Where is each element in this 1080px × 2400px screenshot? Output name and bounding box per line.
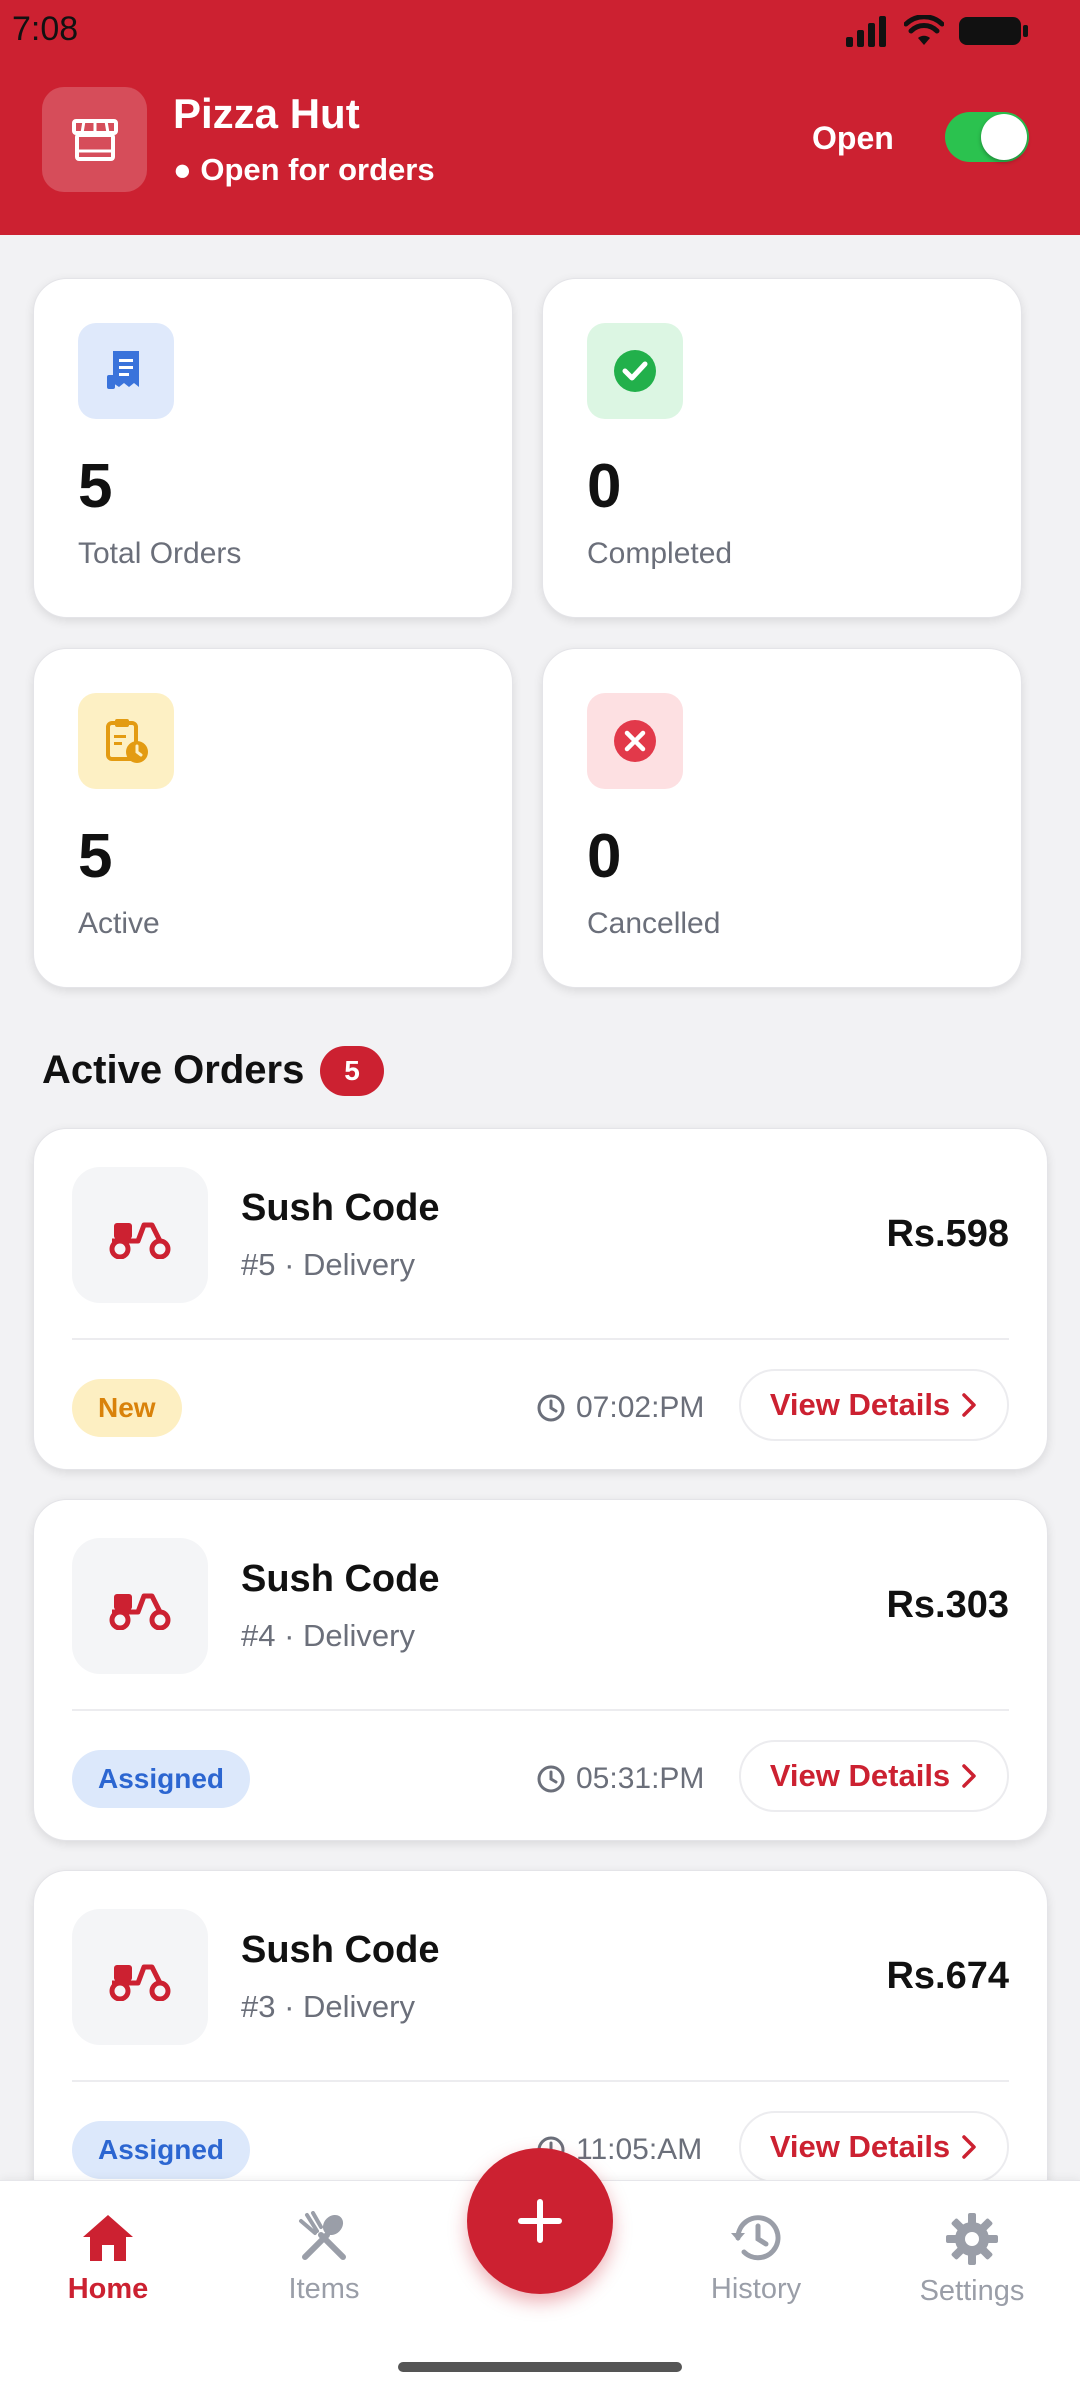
scooter-icon — [72, 1909, 208, 2045]
stat-card-completed: 0 Completed — [542, 278, 1022, 618]
chevron-right-icon — [962, 1393, 976, 1417]
clock-icon — [537, 1765, 565, 1793]
nav-label: Settings — [919, 2275, 1025, 2307]
stat-value: 5 — [78, 452, 113, 521]
home-icon — [83, 2215, 133, 2261]
order-price: Rs.303 — [886, 1584, 1009, 1626]
utensils-icon — [299, 2211, 346, 2260]
nav-item-home[interactable]: Home — [8, 2211, 208, 2306]
nav-label: Items — [288, 2273, 360, 2305]
order-time: 07:02:PM — [536, 1379, 704, 1437]
order-time-text: 11:05:AM — [576, 2133, 703, 2166]
stat-label: Active — [78, 907, 160, 940]
order-meta: #4 · Delivery — [241, 1618, 415, 1653]
nav-item-items[interactable]: Items — [224, 2211, 424, 2306]
status-icons — [844, 14, 1030, 48]
store-icon — [42, 87, 147, 192]
order-time-text: 05:31:PM — [576, 1762, 705, 1795]
order-card[interactable]: Sush Code #5 · Delivery Rs.598 New 07:02… — [33, 1128, 1048, 1470]
order-customer-name: Sush Code — [241, 1187, 440, 1229]
order-meta: #3 · Delivery — [241, 1989, 415, 2024]
open-label: Open — [812, 120, 894, 156]
active-orders-count-badge: 5 — [320, 1046, 384, 1096]
store-name: Pizza Hut — [173, 90, 360, 137]
toggle-knob — [981, 114, 1027, 160]
order-time: 05:31:PM — [536, 1750, 704, 1808]
order-time-text: 07:02:PM — [576, 1391, 705, 1424]
clipboard-clock-icon — [78, 693, 174, 789]
stat-card-total-orders: 5 Total Orders — [33, 278, 513, 618]
wifi-icon — [904, 15, 944, 45]
clock-icon — [537, 1394, 565, 1422]
stat-card-active: 5 Active — [33, 648, 513, 988]
signal-icon — [846, 16, 886, 47]
stat-card-cancelled: 0 Cancelled — [542, 648, 1022, 988]
store-open-toggle[interactable] — [945, 112, 1029, 162]
status-badge: Assigned — [72, 1750, 251, 1808]
divider — [72, 1709, 1009, 1711]
home-indicator — [398, 2362, 682, 2372]
view-details-label: View Details — [769, 1758, 951, 1793]
status-bar: 7:08 — [0, 0, 1080, 60]
view-details-button[interactable]: View Details — [739, 2111, 1009, 2183]
stat-value: 5 — [78, 822, 113, 891]
order-customer-name: Sush Code — [241, 1929, 440, 1971]
order-price: Rs.598 — [886, 1213, 1009, 1255]
receipt-icon — [78, 323, 174, 419]
nav-item-history[interactable]: History — [656, 2211, 856, 2306]
scooter-icon — [72, 1538, 208, 1674]
status-time: 7:08 — [12, 10, 79, 48]
chevron-right-icon — [962, 1764, 976, 1788]
nav-label: History — [710, 2273, 802, 2305]
view-details-button[interactable]: View Details — [739, 1369, 1009, 1441]
stat-value: 0 — [587, 452, 622, 521]
active-orders-title: Active Orders — [42, 1048, 305, 1092]
stat-value: 0 — [587, 822, 622, 891]
status-badge: New — [72, 1379, 182, 1437]
add-button[interactable] — [467, 2148, 613, 2294]
nav-item-settings[interactable]: Settings — [872, 2211, 1072, 2308]
view-details-label: View Details — [769, 2129, 951, 2164]
app-header: 7:08 Pizza Hut ● Open for orders Open — [0, 0, 1080, 235]
order-meta: #5 · Delivery — [241, 1247, 415, 1282]
battery-icon — [959, 17, 1028, 45]
history-icon — [731, 2215, 781, 2261]
plus-icon — [518, 2199, 562, 2243]
order-customer-name: Sush Code — [241, 1558, 440, 1600]
nav-label: Home — [67, 2273, 149, 2305]
status-badge: Assigned — [72, 2121, 251, 2179]
gear-icon — [946, 2213, 998, 2265]
view-details-label: View Details — [769, 1387, 951, 1422]
divider — [72, 2080, 1009, 2082]
stat-label: Total Orders — [78, 537, 242, 570]
stat-label: Completed — [587, 537, 733, 570]
divider — [72, 1338, 1009, 1340]
store-status: ● Open for orders — [173, 152, 435, 187]
order-card[interactable]: Sush Code #4 · Delivery Rs.303 Assigned … — [33, 1499, 1048, 1841]
order-price: Rs.674 — [886, 1955, 1009, 1997]
x-circle-icon — [587, 693, 683, 789]
scooter-icon — [72, 1167, 208, 1303]
stat-label: Cancelled — [587, 907, 721, 940]
check-circle-icon — [587, 323, 683, 419]
chevron-right-icon — [962, 2135, 976, 2159]
view-details-button[interactable]: View Details — [739, 1740, 1009, 1812]
